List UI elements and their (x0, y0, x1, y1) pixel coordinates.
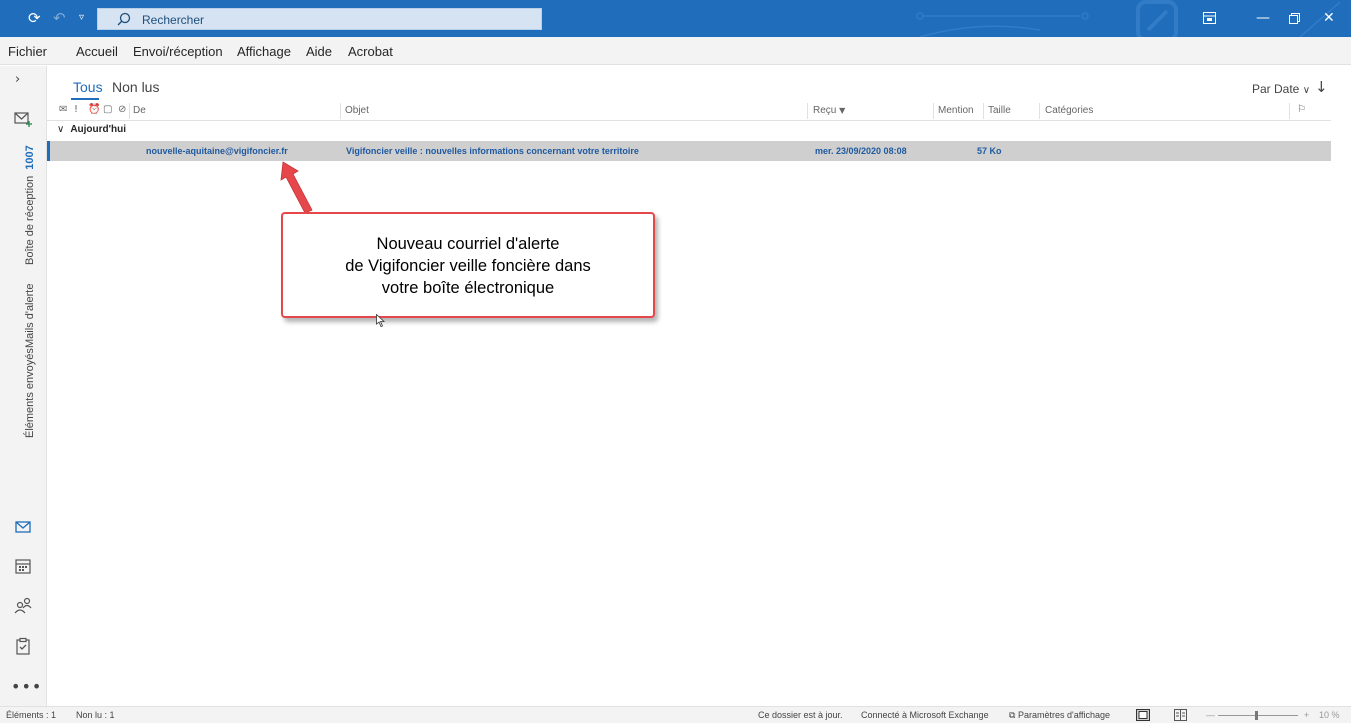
mail-icon[interactable] (13, 517, 33, 537)
sort-by-dropdown[interactable]: Par Date ∨ (1252, 82, 1310, 96)
column-categories[interactable]: Catégories (1045, 105, 1093, 116)
group-label: Aujourd'hui (70, 124, 127, 135)
item-type-column-icon[interactable]: ▢ (103, 104, 112, 115)
menu-aide[interactable]: Aide (306, 44, 332, 59)
callout-line-1: Nouveau courriel d'alerte (376, 235, 560, 253)
undo-icon[interactable]: ↶ (53, 9, 66, 27)
filter-all-active-indicator (71, 98, 99, 100)
zoom-in-icon[interactable]: + (1304, 710, 1309, 720)
column-separator (807, 103, 808, 119)
quick-access-dropdown-icon[interactable]: ▿ (79, 9, 84, 27)
menu-accueil[interactable]: Accueil (76, 44, 118, 59)
mail-from: nouvelle-aquitaine@vigifoncier.fr (146, 146, 288, 156)
flag-column-icon[interactable]: ⚐ (1297, 104, 1306, 115)
sync-icon[interactable]: ⟳ (28, 9, 41, 27)
status-item-count: Éléments : 1 (6, 710, 57, 720)
sort-by-label: Par Date (1252, 82, 1300, 96)
column-mention[interactable]: Mention (938, 105, 974, 116)
column-received-label: Reçu (813, 105, 837, 116)
column-subject[interactable]: Objet (345, 105, 369, 116)
mail-size: 57 Ko (977, 146, 1002, 156)
display-settings-icon: ⧉ (1009, 711, 1016, 721)
title-bar-decoration (916, 0, 1341, 37)
status-bar: Éléments : 1 Non lu : 1 Ce dossier est à… (0, 706, 1351, 723)
folder-rail: › Boîte de réception1007 Mails d'alerte … (0, 66, 47, 706)
column-size[interactable]: Taille (988, 105, 1011, 116)
folder-inbox[interactable]: Boîte de réception 1007 (24, 145, 36, 265)
menu-envoi-reception[interactable]: Envoi/réception (133, 44, 223, 59)
column-separator (983, 103, 984, 119)
filter-all-tab[interactable]: Tous (73, 79, 103, 95)
mail-received: mer. 23/09/2020 08:08 (815, 146, 907, 156)
reading-view-icon[interactable] (1174, 709, 1187, 721)
folder-alert-mails[interactable]: Mails d'alerte (24, 284, 36, 348)
folder-alert-mails-label: Mails d'alerte (24, 283, 36, 348)
reminder-column-icon[interactable]: ⏰ (88, 104, 100, 115)
zoom-slider[interactable] (1218, 715, 1298, 716)
display-settings-button[interactable]: ⧉ Paramètres d'affichage (1009, 710, 1110, 721)
callout-line-2: de Vigifoncier veille foncière dans (345, 257, 591, 275)
status-exchange-connection: Connecté à Microsoft Exchange (861, 710, 989, 720)
zoom-slider-thumb[interactable] (1255, 711, 1258, 720)
sort-descending-icon: ▼ (839, 106, 846, 115)
people-icon[interactable] (13, 596, 33, 616)
more-icon[interactable]: ••• (11, 677, 42, 696)
restore-icon[interactable] (1289, 13, 1300, 24)
column-separator (1289, 103, 1290, 119)
column-from[interactable]: De (133, 105, 146, 116)
zoom-out-icon[interactable]: — (1206, 710, 1215, 720)
column-received[interactable]: Reçu ▼ (813, 105, 845, 116)
search-input[interactable]: Rechercher (97, 8, 542, 30)
search-icon (117, 12, 131, 26)
search-placeholder: Rechercher (142, 13, 205, 27)
column-separator (1039, 103, 1040, 119)
ribbon-display-icon[interactable] (1203, 12, 1216, 24)
folder-inbox-label: Boîte de réception (24, 175, 36, 265)
column-separator (340, 103, 341, 119)
calendar-icon[interactable] (13, 556, 33, 576)
annotation-callout: Nouveau courriel d'alerte de Vigifoncier… (281, 212, 655, 318)
read-status-column-icon[interactable]: ✉ (59, 104, 67, 115)
mail-subject: Vigifoncier veille : nouvelles informati… (346, 146, 639, 156)
importance-column-icon[interactable]: ! (74, 104, 78, 115)
tasks-icon[interactable] (13, 636, 33, 656)
menu-fichier[interactable]: Fichier (8, 44, 47, 59)
column-header-row: ✉ ! ⏰ ▢ ⊘ De Objet Reçu ▼ Mention Taille… (47, 101, 1331, 121)
display-settings-label: Paramètres d'affichage (1017, 710, 1111, 720)
minimize-icon[interactable]: — (1256, 10, 1270, 26)
filter-unread-tab[interactable]: Non lus (112, 79, 159, 95)
chevron-down-icon: ∨ (1302, 85, 1311, 96)
sort-direction-icon[interactable]: ↓ (1315, 78, 1328, 96)
normal-view-icon[interactable] (1136, 709, 1150, 721)
new-mail-icon[interactable] (13, 108, 33, 128)
status-folder-uptodate: Ce dossier est à jour. (758, 710, 843, 720)
column-separator (933, 103, 934, 119)
group-header-today[interactable]: ∨ Aujourd'hui (57, 124, 126, 135)
title-bar: ⟳ ↶ ▿ Rechercher — ✕ (0, 0, 1351, 37)
column-separator (129, 103, 130, 119)
collapse-chevron-icon: ∨ (57, 124, 65, 135)
zoom-level: 10 % (1319, 710, 1340, 720)
close-icon[interactable]: ✕ (1323, 10, 1335, 26)
menu-affichage[interactable]: Affichage (237, 44, 291, 59)
table-row[interactable]: nouvelle-aquitaine@vigifoncier.fr Vigifo… (47, 141, 1331, 161)
menu-acrobat[interactable]: Acrobat (348, 44, 393, 59)
callout-line-3: votre boîte électronique (381, 279, 555, 297)
menu-bar: Fichier Accueil Envoi/réception Affichag… (0, 37, 1351, 65)
expand-folder-pane-icon[interactable]: › (15, 72, 20, 87)
folder-sent-items[interactable]: Éléments envoyés (24, 348, 36, 438)
mouse-cursor-icon (376, 314, 386, 327)
status-unread-count: Non lu : 1 (76, 710, 115, 720)
folder-sent-items-label: Éléments envoyés (24, 348, 36, 438)
attachment-column-icon[interactable]: ⊘ (118, 104, 126, 115)
inbox-unread-count: 1007 (24, 145, 36, 170)
